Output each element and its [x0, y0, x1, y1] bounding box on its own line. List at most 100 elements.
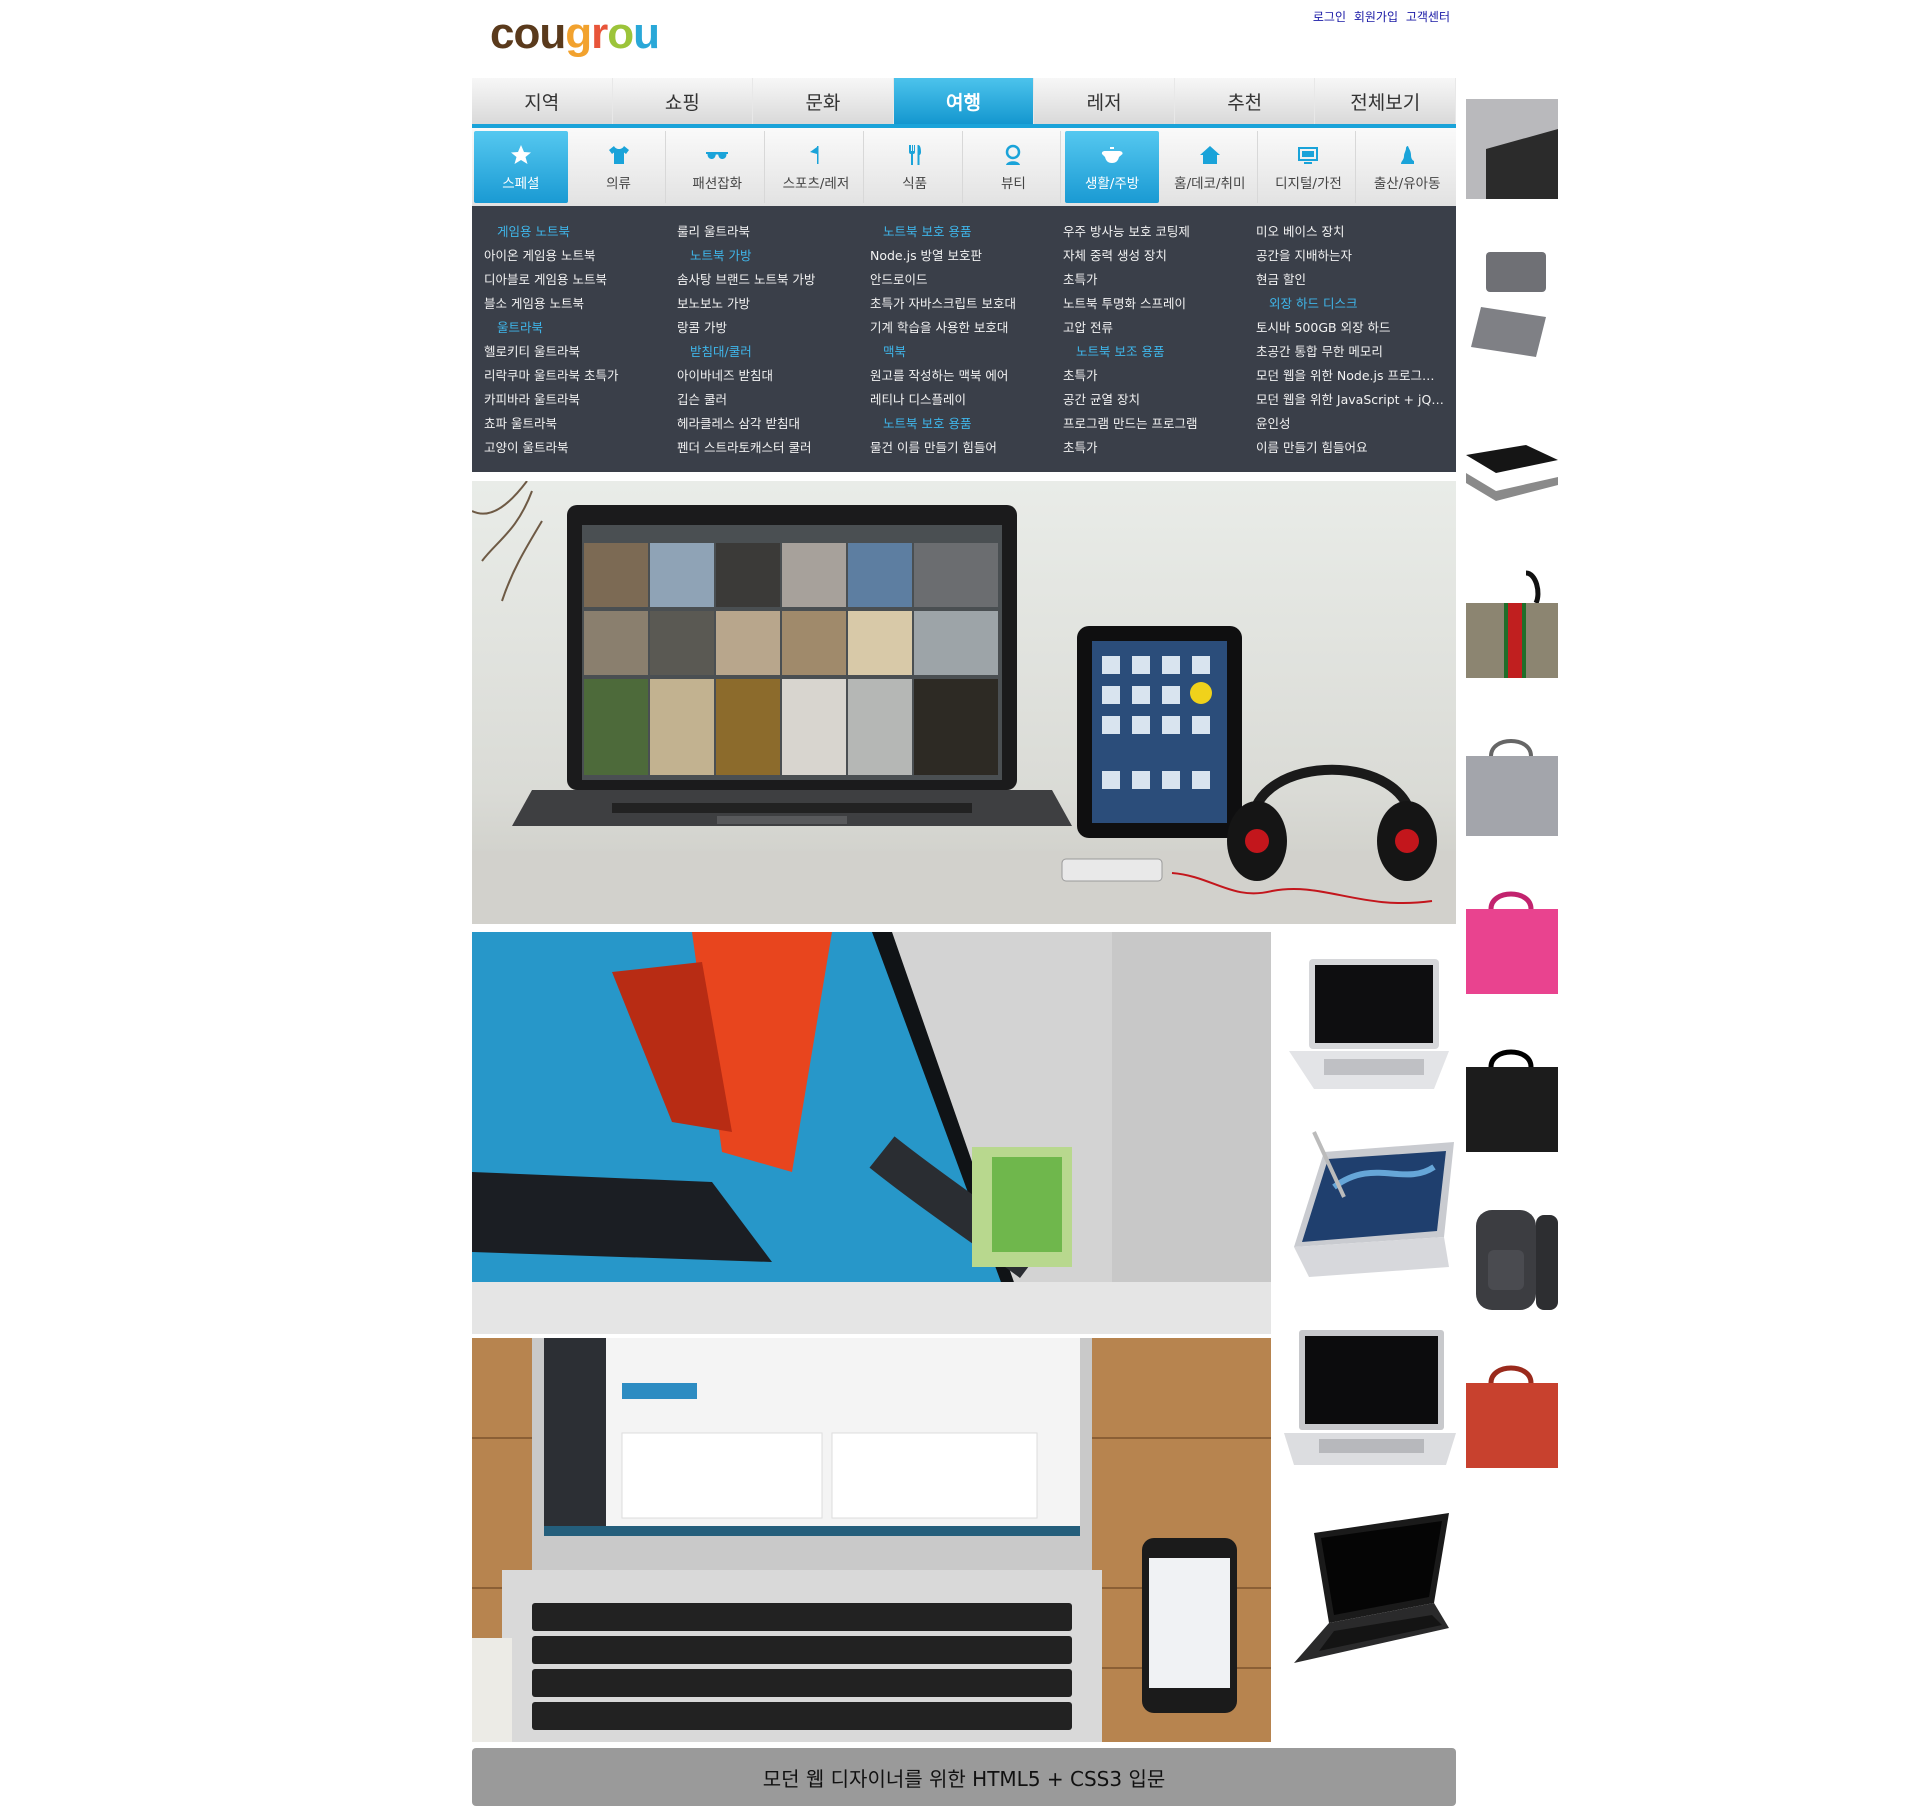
menu-item[interactable]: 솜사탕 브랜드 노트북 가방 — [665, 268, 855, 292]
menu-item[interactable]: 레티나 디스플레이 — [858, 388, 1048, 412]
menu-item[interactable]: 원고를 작성하는 맥북 에어 — [858, 364, 1048, 388]
menu-heading[interactable]: 맥북 — [858, 340, 1048, 364]
menu-item[interactable]: 고압 전류 — [1051, 316, 1241, 340]
customer-center-link[interactable]: 고객센터 — [1406, 10, 1450, 24]
menu-item[interactable]: 초특가 — [1051, 268, 1241, 292]
menu-item[interactable]: 우주 방사능 보호 코팅제 — [1051, 220, 1241, 244]
menu-item[interactable]: 깁슨 쿨러 — [665, 388, 855, 412]
menu-item[interactable]: 윤인성 — [1244, 412, 1444, 436]
menu-item[interactable]: 모던 웹을 위한 JavaScript + jQuery 입문 — [1244, 388, 1444, 412]
tab-shopping[interactable]: 쇼핑 — [613, 78, 754, 124]
menu-heading[interactable]: 노트북 보호 용품 — [858, 220, 1048, 244]
menu-heading[interactable]: 게임용 노트북 — [472, 220, 662, 244]
gray-messenger-bag-image — [1466, 739, 1558, 836]
product-item[interactable] — [1284, 1306, 1456, 1494]
menu-item[interactable]: 초특가 자바스크립트 보호대 — [858, 292, 1048, 316]
product-item[interactable] — [1466, 232, 1558, 382]
product-item[interactable] — [1466, 74, 1558, 224]
subcat-label: 홈/데코/취미 — [1174, 175, 1246, 192]
menu-item[interactable]: 기계 학습을 사용한 보호대 — [858, 316, 1048, 340]
site-logo[interactable]: cougrou — [490, 6, 690, 64]
subcat-digital[interactable]: 디지털/가전 — [1262, 131, 1357, 203]
menu-item[interactable]: 고양이 울트라북 — [472, 436, 662, 460]
menu-item[interactable]: 초공간 통합 무한 메모리 — [1244, 340, 1444, 364]
product-item[interactable] — [1466, 1180, 1558, 1330]
menu-item[interactable]: 공간을 지배하는자 — [1244, 244, 1444, 268]
product-item[interactable] — [1466, 1338, 1558, 1488]
menu-item[interactable]: 랑콤 가방 — [665, 316, 855, 340]
product-item[interactable] — [1284, 1494, 1456, 1682]
menu-item[interactable]: 토시바 500GB 외장 하드 — [1244, 316, 1444, 340]
hero-photo[interactable] — [472, 481, 1456, 924]
flag-icon — [809, 145, 819, 164]
menu-item[interactable]: 룰리 울트라북 — [665, 220, 855, 244]
subcat-clothing[interactable]: 의류 — [572, 131, 667, 203]
subcat-baby[interactable]: 출산/유아동 — [1360, 131, 1454, 203]
subcat-label: 생활/주방 — [1084, 175, 1140, 192]
menu-item[interactable]: 블소 게임용 노트북 — [472, 292, 662, 316]
menu-item[interactable]: 물건 이름 만들기 힘들어 — [858, 436, 1048, 460]
menu-heading[interactable]: 노트북 보호 용품 — [858, 412, 1048, 436]
tab-recommend[interactable]: 추천 — [1175, 78, 1316, 124]
menu-item[interactable]: 아이온 게임용 노트북 — [472, 244, 662, 268]
tab-region[interactable]: 지역 — [472, 78, 613, 124]
tab-view-all[interactable]: 전체보기 — [1315, 78, 1457, 124]
product-item[interactable] — [1466, 864, 1558, 1014]
menu-item[interactable]: 아이바네즈 받침대 — [665, 364, 855, 388]
menu-item[interactable]: 초특가 — [1051, 436, 1241, 460]
menu-item[interactable]: 리락쿠마 울트라북 초특가 — [472, 364, 662, 388]
subcat-food[interactable]: 식품 — [868, 131, 963, 203]
signup-link[interactable]: 회원가입 — [1354, 10, 1398, 24]
tab-travel[interactable]: 여행 — [893, 78, 1035, 124]
menu-heading[interactable]: 노트북 가방 — [665, 244, 855, 268]
product-item[interactable] — [1466, 1022, 1558, 1172]
menu-item[interactable]: 노트북 투명화 스프레이 — [1051, 292, 1241, 316]
login-link[interactable]: 로그인 — [1313, 10, 1346, 24]
imac-photo[interactable] — [472, 932, 1271, 1334]
menu-heading[interactable]: 외장 하드 디스크 — [1244, 292, 1444, 316]
menu-item[interactable]: 카피바라 울트라북 — [472, 388, 662, 412]
menu-item[interactable]: 펜더 스트라토캐스터 쿨러 — [665, 436, 855, 460]
product-item[interactable] — [1466, 390, 1558, 540]
product-item[interactable] — [1284, 930, 1456, 1118]
person-icon — [1006, 144, 1021, 165]
menu-item[interactable]: 이름 만들기 힘들어요 — [1244, 436, 1444, 460]
menu-item[interactable]: 쵸파 울트라북 — [472, 412, 662, 436]
subcat-special[interactable]: 스페셜 — [474, 131, 568, 203]
tab-culture[interactable]: 문화 — [753, 78, 894, 124]
product-item[interactable] — [1466, 706, 1558, 856]
menu-item[interactable]: 현금 할인 — [1244, 268, 1444, 292]
menu-heading[interactable]: 울트라북 — [472, 316, 662, 340]
mega-menu-column: 우주 방사능 보호 코팅제 자체 중력 생성 장치 초특가 노트북 투명화 스프… — [1051, 220, 1241, 460]
subcat-beauty[interactable]: 뷰티 — [967, 131, 1062, 203]
pattern-briefcase-image — [1466, 570, 1558, 678]
menu-item[interactable]: 헬로키티 울트라북 — [472, 340, 662, 364]
menu-item[interactable]: 자체 중력 생성 장치 — [1051, 244, 1241, 268]
menu-item[interactable]: 보노보노 가방 — [665, 292, 855, 316]
menu-item[interactable]: 모던 웹을 위한 Node.js 프로그래밍 — [1244, 364, 1444, 388]
macbook-photo[interactable] — [472, 1338, 1271, 1742]
sunglasses-icon — [706, 151, 729, 159]
laptop-tablet-headphones-photo — [472, 481, 1456, 924]
cutlery-icon — [908, 144, 921, 165]
menu-item[interactable]: 초특가 — [1051, 364, 1241, 388]
menu-heading[interactable]: 받침대/쿨러 — [665, 340, 855, 364]
menu-item[interactable]: 디아블로 게임용 노트북 — [472, 268, 662, 292]
subcat-living-kitchen[interactable]: 생활/주방 — [1065, 131, 1159, 203]
product-item[interactable] — [1284, 1118, 1456, 1306]
menu-item[interactable]: 프로그램 만드는 프로그램 — [1051, 412, 1241, 436]
menu-heading[interactable]: 노트북 보조 용품 — [1051, 340, 1241, 364]
menu-item[interactable]: 안드로이드 — [858, 268, 1048, 292]
subcat-home-deco[interactable]: 홈/데코/취미 — [1163, 131, 1258, 203]
subcat-label: 출산/유아동 — [1373, 175, 1441, 192]
tab-leisure[interactable]: 레저 — [1034, 78, 1175, 124]
subcat-fashion-goods[interactable]: 패션잡화 — [670, 131, 766, 203]
menu-item[interactable]: 미오 베이스 장치 — [1244, 220, 1444, 244]
menu-item[interactable]: 헤라클레스 삼각 받침대 — [665, 412, 855, 436]
menu-item[interactable]: 공간 균열 장치 — [1051, 388, 1241, 412]
product-item[interactable] — [1466, 548, 1558, 698]
menu-item[interactable]: Node.js 방열 보호판 — [858, 244, 1048, 268]
felt-sleeve-image — [1466, 99, 1558, 199]
svg-text:cougrou: cougrou — [490, 9, 659, 58]
subcat-sports[interactable]: 스포츠/레저 — [769, 131, 864, 203]
